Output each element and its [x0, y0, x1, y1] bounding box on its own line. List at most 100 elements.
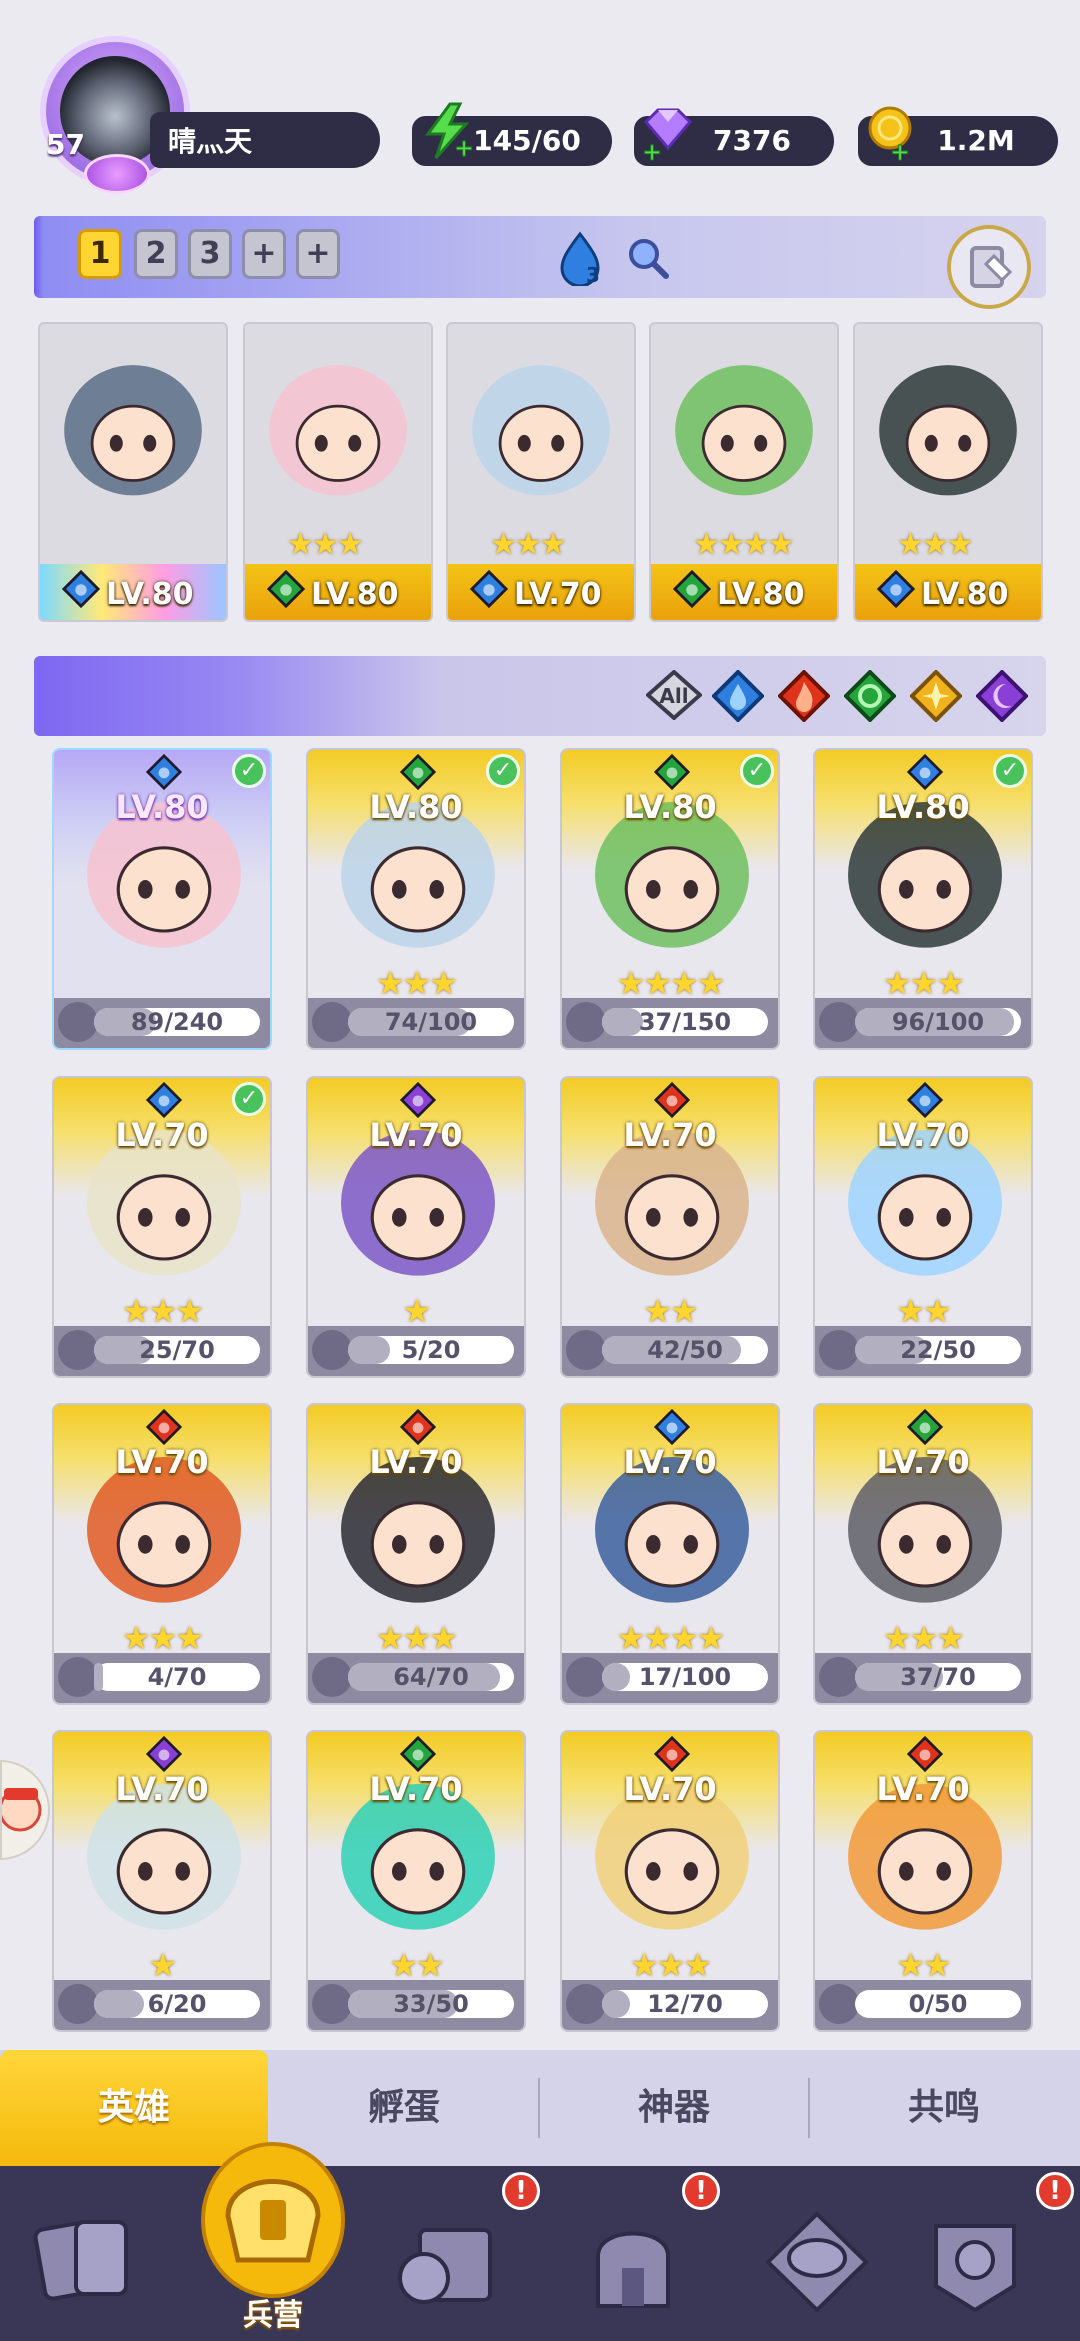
team-hero-card[interactable]: ★★★ LV.70 — [446, 322, 636, 622]
player-name: 晴灬天 — [168, 125, 253, 158]
hero-level: LV.70 — [623, 1116, 717, 1154]
guild-banner-icon — [934, 2224, 1016, 2313]
castle-alert-badge: ! — [682, 2172, 720, 2210]
filter-fire-icon[interactable] — [778, 670, 830, 722]
hero-card[interactable]: LV.70 ★★★ 37/70 — [813, 1403, 1033, 1705]
svg-text:+: + — [890, 138, 910, 162]
team-hero-card[interactable]: ★★★★ LV.80 — [649, 322, 839, 622]
nav-cards[interactable] — [0, 2166, 180, 2341]
filter-light-icon[interactable] — [910, 670, 962, 722]
hero-stars: ★★ — [643, 1292, 698, 1330]
hero-card[interactable]: LV.70 ★★ 0/50 — [813, 1730, 1033, 2032]
shard-progress-text: 17/100 — [638, 1663, 732, 1691]
hero-shard-icon — [58, 1330, 98, 1370]
hero-portrait — [64, 365, 202, 496]
shard-progress-text: 37/70 — [900, 1663, 976, 1691]
hero-shard-icon — [566, 1002, 606, 1042]
fire-element-icon — [906, 1735, 944, 1773]
hero-portrait — [472, 365, 610, 496]
hero-element — [398, 1408, 438, 1446]
hero-card[interactable]: LV.70 ★★★ 4/70 — [52, 1403, 272, 1705]
hero-element — [398, 1081, 438, 1119]
team-tab-1[interactable]: 1 — [78, 229, 122, 279]
hero-portrait — [879, 365, 1017, 496]
gold-coin-icon: + — [868, 106, 912, 162]
hero-level: LV.80 — [623, 788, 717, 826]
shard-progress-text: 5/20 — [401, 1336, 461, 1364]
team-hero-level: LV.70 — [514, 577, 602, 612]
hero-stars: ★★★★ — [616, 1619, 726, 1657]
hero-card[interactable]: LV.70 ★ 5/20 — [306, 1076, 526, 1378]
hero-stars: ★★ — [896, 1292, 951, 1330]
svg-text:+: + — [454, 134, 474, 160]
shard-progress-text: 42/50 — [647, 1336, 723, 1364]
team-hero-card[interactable]: LV.80 — [38, 322, 228, 622]
hero-card[interactable]: ✓ LV.80 89/240 — [52, 748, 272, 1050]
team-hero-level: LV.80 — [106, 577, 194, 612]
hero-shard-icon — [819, 1984, 859, 2024]
team-tab-2[interactable]: 2 — [134, 229, 178, 279]
hero-card[interactable]: LV.70 ★★ 33/50 — [306, 1730, 526, 2032]
team-hero-element — [876, 569, 916, 612]
filter-water-icon[interactable] — [712, 670, 764, 722]
team-search-icon[interactable] — [626, 236, 670, 280]
dark-element-icon — [145, 1735, 183, 1773]
filter-wind-icon[interactable] — [844, 670, 896, 722]
hero-level: LV.70 — [876, 1770, 970, 1808]
team-hero-stars: ★★★★ — [693, 527, 795, 562]
hero-card[interactable]: LV.70 ★★★★ 17/100 — [560, 1403, 780, 1705]
tab-resonance[interactable]: 共鸣 — [810, 2050, 1078, 2166]
hero-stars: ★★ — [389, 1946, 444, 1984]
hero-element — [144, 753, 184, 791]
team-hero-art — [245, 324, 431, 544]
hero-stars: ★★★ — [121, 1619, 204, 1657]
filter-dark-icon[interactable] — [976, 670, 1028, 722]
hero-level: LV.70 — [876, 1116, 970, 1154]
hero-element — [905, 753, 945, 791]
team-hero-element — [61, 569, 101, 612]
hero-card[interactable]: LV.70 ★★ 22/50 — [813, 1076, 1033, 1378]
hero-card[interactable]: LV.70 ★★★ 12/70 — [560, 1730, 780, 2032]
hero-card[interactable]: ✓ LV.80 ★★★ 96/100 — [813, 748, 1033, 1050]
hero-element — [398, 753, 438, 791]
hero-element — [905, 1408, 945, 1446]
hero-card[interactable]: LV.70 ★ 6/20 — [52, 1730, 272, 2032]
in-team-check-icon: ✓ — [993, 754, 1027, 788]
in-team-check-icon: ✓ — [232, 754, 266, 788]
team-tab-3[interactable]: 3 — [188, 229, 232, 279]
hero-shard-icon — [566, 1984, 606, 2024]
hero-card[interactable]: ✓ LV.80 ★★★★ 37/150 — [560, 748, 780, 1050]
hero-card[interactable]: ✓ LV.80 ★★★ 74/100 — [306, 748, 526, 1050]
hero-level: LV.70 — [369, 1770, 463, 1808]
dark-element-icon — [399, 1081, 437, 1119]
barracks-label: 兵营 — [243, 2298, 303, 2333]
hero-shard-icon — [566, 1657, 606, 1697]
hero-shard-icon — [566, 1330, 606, 1370]
hero-element — [652, 1408, 692, 1446]
map-scroll-icon — [398, 2228, 492, 2304]
shard-progress-text: 37/150 — [638, 1008, 732, 1036]
hero-card[interactable]: LV.70 ★★★ 64/70 — [306, 1403, 526, 1705]
add-team-button[interactable]: + — [242, 229, 286, 279]
nav-shrine[interactable] — [730, 2166, 910, 2341]
hero-element — [144, 1408, 184, 1446]
hero-card[interactable]: ✓ LV.70 ★★★ 25/70 — [52, 1076, 272, 1378]
gem-icon: + — [642, 108, 693, 162]
hero-stars: ★★★ — [882, 1619, 965, 1657]
team-hero-card[interactable]: ★★★ LV.80 — [243, 322, 433, 622]
hero-card[interactable]: LV.70 ★★ 42/50 — [560, 1076, 780, 1378]
fire-element-icon — [399, 1408, 437, 1446]
side-chat-avatar[interactable] — [0, 1760, 50, 1860]
hero-level: LV.70 — [876, 1443, 970, 1481]
water-element-icon — [145, 753, 183, 791]
svg-text:All: All — [659, 684, 688, 708]
team-settings-icon[interactable] — [944, 222, 1034, 312]
team-hero-card[interactable]: ★★★ LV.80 — [853, 322, 1043, 622]
filter-all-button[interactable]: All — [646, 670, 702, 720]
hero-shard-icon — [312, 1330, 352, 1370]
add-team-button-2[interactable]: + — [296, 229, 340, 279]
team-hero-art — [651, 324, 837, 544]
hero-element — [144, 1735, 184, 1773]
tab-artifacts[interactable]: 神器 — [540, 2050, 808, 2166]
wind-element-icon — [672, 569, 712, 609]
